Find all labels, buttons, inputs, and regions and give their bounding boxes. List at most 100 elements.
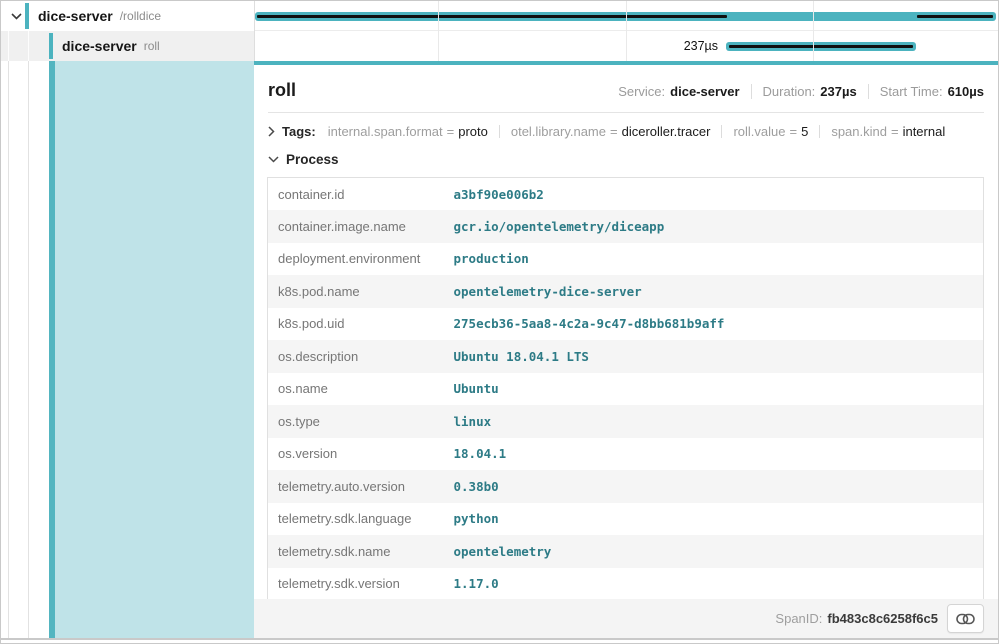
duration-label: Duration: xyxy=(763,84,816,99)
tag-key: span.kind xyxy=(831,124,887,139)
jaeger-trace-page: dice-server /rolldice dice-server roll xyxy=(0,0,999,644)
tag-value: internal xyxy=(903,124,946,139)
selected-span-highlight xyxy=(55,61,254,638)
tags-section-toggle[interactable]: Tags: internal.span.format=proto otel.li… xyxy=(254,113,998,139)
tag-equals: = xyxy=(447,124,455,139)
tag-equals: = xyxy=(891,124,899,139)
overview-divider xyxy=(868,84,869,99)
tag-divider xyxy=(819,125,820,138)
span-bar-self-segment xyxy=(257,15,727,18)
process-key: telemetry.sdk.language xyxy=(268,503,444,536)
tag-item: roll.value =5 xyxy=(710,124,808,139)
process-value: 275ecb36-5aa8-4c2a-9c47-d8bb681b9aff xyxy=(444,308,984,341)
process-key: container.id xyxy=(268,178,444,211)
process-key: os.description xyxy=(268,340,444,373)
indent-guide xyxy=(8,61,9,638)
process-value: a3bf90e006b2 xyxy=(444,178,984,211)
table-row: k8s.pod.uid275ecb36-5aa8-4c2a-9c47-d8bb6… xyxy=(268,308,984,341)
tag-item: internal.span.format =proto xyxy=(328,124,488,139)
tag-equals: = xyxy=(610,124,618,139)
overview-divider xyxy=(751,84,752,99)
process-value: gcr.io/opentelemetry/diceapp xyxy=(444,210,984,243)
process-value: 1.17.0 xyxy=(444,568,984,601)
table-row: telemetry.sdk.version1.17.0 xyxy=(268,568,984,601)
tag-value: diceroller.tracer xyxy=(622,124,711,139)
span-duration-label: 237µs xyxy=(632,39,718,53)
process-key: os.name xyxy=(268,373,444,406)
tag-value: proto xyxy=(458,124,488,139)
tags-list: internal.span.format=proto otel.library.… xyxy=(328,124,946,139)
process-value: opentelemetry-dice-server xyxy=(444,275,984,308)
service-name: dice-server xyxy=(62,38,137,54)
span-bar-self-segment xyxy=(917,15,993,18)
tag-value: 5 xyxy=(801,124,808,139)
service-name: dice-server xyxy=(38,8,113,24)
process-value: python xyxy=(444,503,984,536)
start-time-label: Start Time: xyxy=(880,84,943,99)
table-row: telemetry.sdk.nameopentelemetry xyxy=(268,535,984,568)
spanid-label: SpanID: xyxy=(775,611,822,626)
process-value: Ubuntu xyxy=(444,373,984,406)
chevron-down-icon[interactable] xyxy=(7,13,25,20)
operation-name: roll xyxy=(144,39,160,53)
link-icon xyxy=(956,613,975,625)
tag-key: internal.span.format xyxy=(328,124,443,139)
table-row: container.image.namegcr.io/opentelemetry… xyxy=(268,210,984,243)
trace-timeline-rows: dice-server /rolldice dice-server roll xyxy=(1,1,998,61)
process-section-toggle[interactable]: Process xyxy=(254,139,998,174)
process-value: production xyxy=(444,243,984,276)
span-name-cell-roll[interactable]: dice-server roll xyxy=(1,31,254,61)
start-time-value: 610µs xyxy=(948,84,984,99)
tag-key: roll.value xyxy=(733,124,785,139)
table-row: telemetry.auto.version0.38b0 xyxy=(268,470,984,503)
table-row: os.version18.04.1 xyxy=(268,438,984,471)
service-label: Service: xyxy=(618,84,665,99)
span-overview: Service: dice-server Duration: 237µs Sta… xyxy=(618,84,984,99)
operation-name: /rolldice xyxy=(120,9,161,23)
table-row: os.nameUbuntu xyxy=(268,373,984,406)
table-row: container.ida3bf90e006b2 xyxy=(268,178,984,211)
tag-key: otel.library.name xyxy=(511,124,606,139)
chevron-right-icon xyxy=(268,126,275,137)
span-tree-gutter xyxy=(1,61,254,638)
process-section-label: Process xyxy=(286,152,339,167)
span-title: roll xyxy=(268,80,296,101)
span-bar-roll[interactable] xyxy=(726,42,916,51)
span-link-button[interactable] xyxy=(947,604,984,633)
process-value: 18.04.1 xyxy=(444,438,984,471)
spanid-value: fb483c8c6258f6c5 xyxy=(827,611,938,626)
process-key: os.type xyxy=(268,405,444,438)
timeline-gridline xyxy=(438,1,439,61)
trace-row-rolldice[interactable]: dice-server /rolldice xyxy=(1,1,998,31)
process-value: Ubuntu 18.04.1 LTS xyxy=(444,340,984,373)
span-detail-footer: SpanID: fb483c8c6258f6c5 xyxy=(254,599,998,638)
chevron-down-icon xyxy=(268,156,279,163)
timeline-gridline xyxy=(626,1,627,61)
process-value: 0.38b0 xyxy=(444,470,984,503)
tag-divider xyxy=(499,125,500,138)
process-value: linux xyxy=(444,405,984,438)
indent-guides xyxy=(1,31,49,61)
service-value: dice-server xyxy=(670,84,739,99)
process-table-body: container.ida3bf90e006b2 container.image… xyxy=(268,178,984,601)
trace-row-roll[interactable]: dice-server roll 237µs xyxy=(1,31,998,61)
span-name-cell-rolldice[interactable]: dice-server /rolldice xyxy=(1,1,254,31)
process-key-value-table: container.ida3bf90e006b2 container.image… xyxy=(267,177,984,601)
process-value: opentelemetry xyxy=(444,535,984,568)
tag-item: otel.library.name = diceroller.tracer xyxy=(488,124,711,139)
tag-item: span.kind = internal xyxy=(808,124,945,139)
table-row: k8s.pod.nameopentelemetry-dice-server xyxy=(268,275,984,308)
tag-divider xyxy=(721,125,722,138)
table-row: os.typelinux xyxy=(268,405,984,438)
process-key: deployment.environment xyxy=(268,243,444,276)
process-key: os.version xyxy=(268,438,444,471)
table-row: deployment.environmentproduction xyxy=(268,243,984,276)
process-key: k8s.pod.name xyxy=(268,275,444,308)
table-row: telemetry.sdk.languagepython xyxy=(268,503,984,536)
tags-section-label: Tags: xyxy=(282,124,316,139)
column-divider xyxy=(254,1,255,61)
span-bar-self-segment xyxy=(729,45,913,48)
tag-equals: = xyxy=(790,124,798,139)
table-row: os.descriptionUbuntu 18.04.1 LTS xyxy=(268,340,984,373)
duration-value: 237µs xyxy=(820,84,856,99)
